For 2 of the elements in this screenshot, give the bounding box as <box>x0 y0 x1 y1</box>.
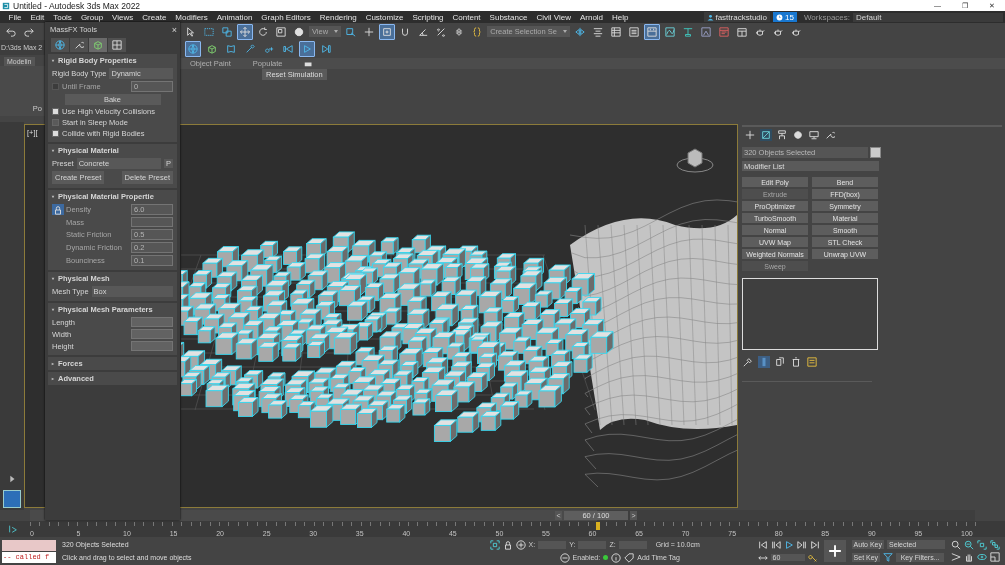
window-title: Untitled - Autodesk 3ds Max 2022 <box>13 0 141 11</box>
workspaces-label: Workspaces: <box>803 12 850 22</box>
